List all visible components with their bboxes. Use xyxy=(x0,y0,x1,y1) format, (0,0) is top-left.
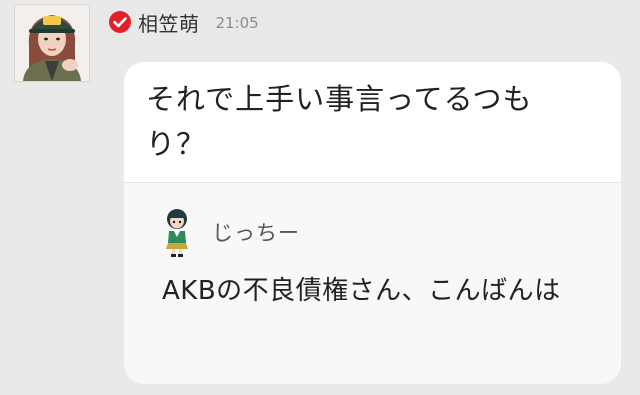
author-avatar[interactable] xyxy=(15,5,89,81)
author-name[interactable]: 相笠萌 xyxy=(138,8,200,37)
quoted-message-text: AKBの不良債権さん、こんばんは xyxy=(162,276,561,306)
message-text: それで上手い事言ってるつもり？ xyxy=(146,82,533,161)
quoted-author-name[interactable]: じっちー xyxy=(212,217,300,247)
message-body: それで上手い事言ってるつもり？ xyxy=(124,62,621,183)
quoted-message[interactable]: じっちー AKBの不良債権さん、こんばんは xyxy=(124,183,621,313)
post-timestamp: 21:05 xyxy=(215,14,259,32)
post-header: 相笠萌 21:05 xyxy=(108,6,259,38)
quoted-header: じっちー xyxy=(162,207,591,257)
chat-screen: 相笠萌 21:05 それで上手い事言ってるつもり？ じっちー AKBの不良債権さ… xyxy=(0,0,640,395)
quoted-author-avatar[interactable] xyxy=(162,207,192,257)
author-avatar-image xyxy=(15,5,89,81)
message-bubble[interactable]: それで上手い事言ってるつもり？ じっちー AKBの不良債権さん、こんばんは xyxy=(124,62,621,384)
verified-check-icon xyxy=(108,10,132,34)
